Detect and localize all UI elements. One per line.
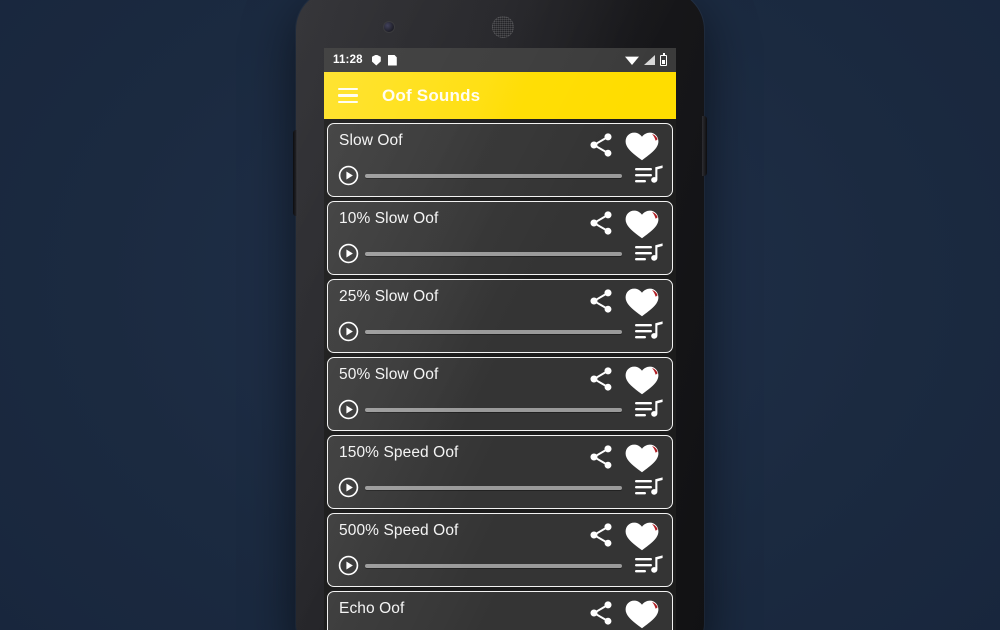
share-icon[interactable] [587,131,615,159]
app-toolbar: Oof Sounds [324,72,676,119]
front-camera-icon [384,22,394,32]
heart-icon[interactable] [622,518,662,552]
sound-card[interactable]: 150% Speed Oof [327,435,673,509]
sound-card[interactable]: Slow Oof [327,123,673,197]
phone-power-button[interactable] [702,116,707,176]
heart-icon[interactable] [622,362,662,396]
hamburger-bar [338,88,358,91]
hamburger-bar [338,94,358,97]
sound-title: Echo Oof [339,600,405,617]
heart-icon[interactable] [622,206,662,240]
sound-title: 50% Slow Oof [339,366,439,383]
sound-title: Slow Oof [339,132,403,149]
seek-bar[interactable] [365,330,622,334]
status-bar: 11:28 [324,48,676,72]
queue-music-icon[interactable] [634,475,664,501]
share-icon[interactable] [587,209,615,237]
sound-title: 25% Slow Oof [339,288,439,305]
sound-card[interactable]: 50% Slow Oof [327,357,673,431]
heart-icon[interactable] [622,284,662,318]
sound-card[interactable]: 25% Slow Oof [327,279,673,353]
seek-bar[interactable] [365,174,622,178]
seek-bar[interactable] [365,408,622,412]
phone-volume-button[interactable] [293,130,298,216]
screenshot-scene: 11:28 Oof Sounds Slow Oof 10% Slow Oof 2… [0,0,1000,630]
queue-music-icon[interactable] [634,163,664,189]
status-bar-left-icons [371,54,397,66]
sound-card[interactable]: Echo Oof [327,591,673,630]
sound-title: 500% Speed Oof [339,522,459,539]
sound-list[interactable]: Slow Oof 10% Slow Oof 25% Slow Oof 50% Slow… [324,119,676,630]
signal-icon [644,55,655,65]
seek-bar[interactable] [365,564,622,568]
phone-device-frame: 11:28 Oof Sounds Slow Oof 10% Slow Oof 2… [293,0,707,630]
play-circle-icon[interactable] [338,243,359,264]
queue-music-icon[interactable] [634,241,664,267]
share-icon[interactable] [587,521,615,549]
battery-icon [660,53,667,66]
heart-icon[interactable] [622,596,662,630]
queue-music-icon[interactable] [634,397,664,423]
sd-card-icon [387,54,397,66]
hamburger-bar [338,100,358,103]
share-icon[interactable] [587,365,615,393]
play-circle-icon[interactable] [338,399,359,420]
status-bar-right-icons [625,53,667,66]
sound-card[interactable]: 10% Slow Oof [327,201,673,275]
heart-icon[interactable] [622,128,662,162]
play-circle-icon[interactable] [338,321,359,342]
play-circle-icon[interactable] [338,477,359,498]
phone-screen: 11:28 Oof Sounds Slow Oof 10% Slow Oof 2… [324,48,676,630]
sound-card[interactable]: 500% Speed Oof [327,513,673,587]
seek-bar[interactable] [365,252,622,256]
play-circle-icon[interactable] [338,165,359,186]
share-icon[interactable] [587,599,615,627]
hamburger-menu-icon[interactable] [338,88,358,103]
share-icon[interactable] [587,287,615,315]
heart-icon[interactable] [622,440,662,474]
share-icon[interactable] [587,443,615,471]
wifi-icon [625,56,639,65]
shield-icon [371,54,381,66]
seek-bar[interactable] [365,486,622,490]
sound-title: 150% Speed Oof [339,444,459,461]
app-title: Oof Sounds [382,85,481,105]
status-bar-clock: 11:28 [333,54,363,66]
queue-music-icon[interactable] [634,553,664,579]
queue-music-icon[interactable] [634,319,664,345]
play-circle-icon[interactable] [338,555,359,576]
sound-title: 10% Slow Oof [339,210,439,227]
earpiece-speaker [492,16,514,38]
